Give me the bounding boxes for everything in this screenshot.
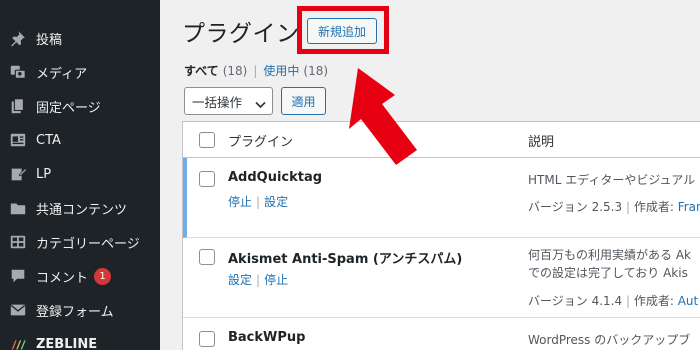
callout-arrow-icon [349, 68, 417, 165]
